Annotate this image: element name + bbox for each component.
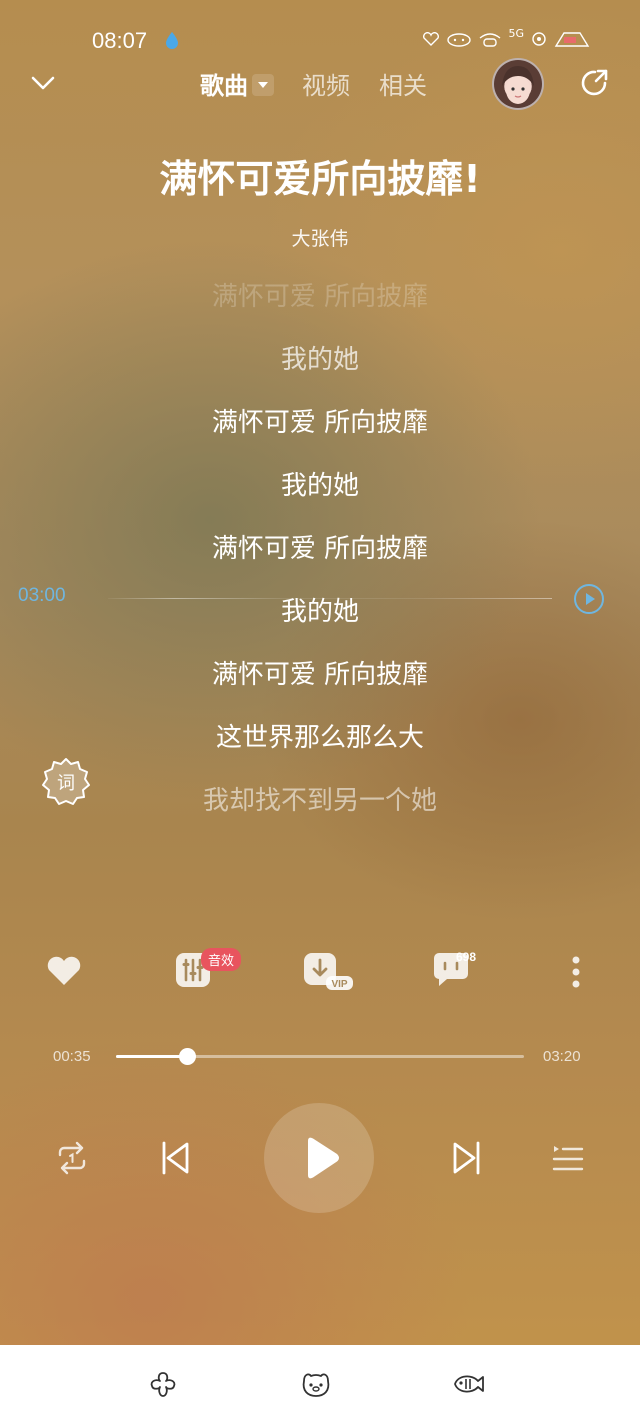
- back-icon[interactable]: [452, 1369, 486, 1399]
- heart-outline-icon: [423, 32, 440, 46]
- playlist-icon[interactable]: [548, 1138, 588, 1178]
- tab-video[interactable]: 视频: [302, 66, 350, 101]
- lyric-line: 满怀可爱 所向披靡: [211, 534, 429, 564]
- lyric-line: 满怀可爱 所向披靡: [211, 660, 429, 690]
- seek-play-icon[interactable]: [573, 583, 605, 615]
- share-icon[interactable]: [578, 66, 612, 100]
- tab-related[interactable]: 相关: [379, 66, 427, 101]
- action-row: VIP: [0, 950, 640, 1010]
- player-screen: 08:07 5G 歌曲 视频 相关 满怀可爱所向披靡! 大张伟 满怀可爱 所向披…: [0, 0, 640, 1423]
- progress-fill: [116, 1055, 188, 1058]
- previous-icon[interactable]: [156, 1138, 196, 1178]
- chevron-down-icon[interactable]: [28, 68, 58, 98]
- progress-bar[interactable]: [116, 1048, 524, 1065]
- home-icon[interactable]: [299, 1369, 333, 1399]
- tab-dropdown-caret-icon[interactable]: [252, 74, 274, 96]
- lyric-toggle-label: 词: [57, 773, 75, 794]
- song-artist[interactable]: 大张伟: [0, 224, 640, 251]
- tab-song[interactable]: 歌曲: [200, 66, 274, 101]
- artist-avatar[interactable]: [492, 58, 544, 110]
- lyric-line: 我却找不到另一个她: [202, 786, 437, 816]
- battery-icon: [554, 32, 590, 47]
- lyric-line: 我的她: [280, 345, 359, 375]
- tab-song-label: 歌曲: [200, 72, 248, 100]
- lyric-toggle-button[interactable]: 词: [40, 756, 92, 808]
- status-icons: 5G: [422, 26, 590, 48]
- lyric-badge-icon: 词: [42, 758, 90, 805]
- system-nav-bar: [0, 1345, 640, 1423]
- next-icon[interactable]: [446, 1138, 486, 1178]
- lyric-line: 这世界那么那么大: [215, 723, 424, 753]
- cat-face-icon: [447, 33, 472, 47]
- more-dots-icon[interactable]: [566, 950, 586, 990]
- repeat-icon[interactable]: [52, 1138, 92, 1178]
- status-time: 08:07: [92, 28, 148, 53]
- comment-count-badge: 698: [456, 950, 477, 964]
- top-nav: 歌曲 视频 相关: [0, 58, 640, 110]
- song-title: 满怀可爱所向披靡!: [159, 157, 481, 201]
- total-time: 03:20: [543, 1048, 581, 1065]
- recent-apps-icon[interactable]: [146, 1369, 180, 1399]
- lyric-line: 我的她: [280, 597, 359, 627]
- elapsed-time: 00:35: [53, 1048, 91, 1065]
- sound-effect-badge: 音效: [201, 948, 242, 971]
- lyric-line: 满怀可爱 所向披靡: [211, 282, 429, 312]
- download-icon[interactable]: VIP: [302, 950, 356, 996]
- download-vip-label: VIP: [331, 979, 347, 990]
- network-label: 5G: [508, 26, 524, 40]
- playback-controls: [0, 1100, 640, 1220]
- progress-handle[interactable]: [179, 1048, 197, 1065]
- water-drop-icon: [166, 32, 178, 49]
- lyrics-panel[interactable]: 满怀可爱 所向披靡 我的她 满怀可爱 所向披靡 我的她 满怀可爱 所向披靡 我的…: [0, 277, 640, 844]
- avatar-portrait-icon: [502, 66, 534, 104]
- signal-icon: [532, 32, 546, 46]
- play-icon: [308, 1137, 339, 1179]
- lyric-seek-time: 03:00: [18, 585, 66, 606]
- lyric-line: 满怀可爱 所向披靡: [211, 408, 429, 438]
- heart-icon[interactable]: [44, 950, 84, 990]
- lyric-line: 我的她: [280, 471, 359, 501]
- wifi-cat-icon: [480, 33, 501, 47]
- play-button[interactable]: [264, 1103, 374, 1213]
- lyric-seek-line: [108, 598, 552, 599]
